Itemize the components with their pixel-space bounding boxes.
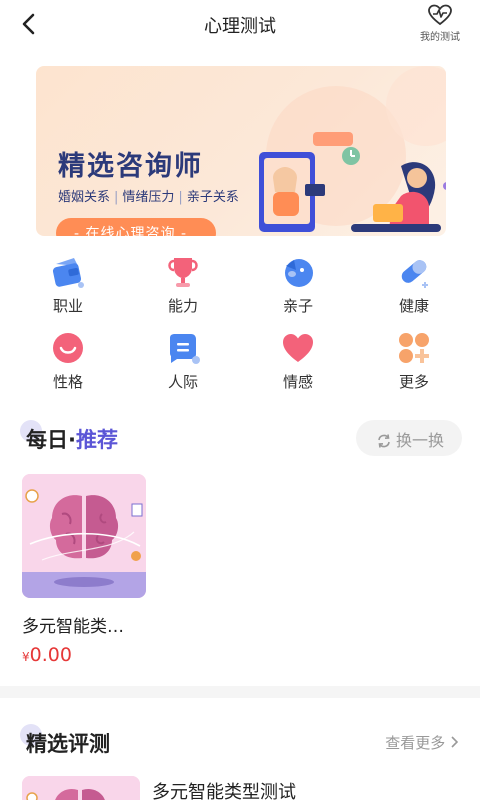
category-label: 人际 (167, 373, 198, 391)
title-accent: 推荐 (75, 428, 118, 452)
refresh-label: 换一换 (396, 431, 445, 450)
featured-item-image[interactable] (22, 776, 140, 800)
banner-tags: 婚姻关系 | 情绪压力 | 亲子关系 (58, 190, 239, 205)
my-tests-button[interactable]: 我的测试 (416, 4, 464, 43)
online-consult-button[interactable]: - 在线心理咨询 - (56, 218, 216, 236)
daily-recommend-title: 每日·推荐 (26, 424, 118, 454)
banner-tag: 婚姻关系 (58, 190, 111, 205)
heart-icon (283, 334, 313, 362)
smile-icon (53, 333, 83, 363)
category-career[interactable]: 职业 (28, 254, 108, 316)
category-parenting[interactable]: 亲子 (258, 254, 338, 316)
pill-icon (401, 260, 428, 288)
category-personality[interactable]: 性格 (28, 330, 108, 392)
heart-pulse-icon (428, 4, 452, 26)
category-more[interactable]: 更多 (374, 330, 454, 392)
category-label: 健康 (398, 297, 429, 315)
banner-tag: 情绪压力 (122, 190, 175, 205)
category-label: 性格 (52, 373, 83, 391)
banner-tag: 亲子关系 (186, 190, 239, 205)
featured-item-name[interactable]: 多元智能类型测试 (152, 778, 296, 800)
counselor-banner[interactable]: 精选咨询师 婚姻关系 | 情绪压力 | 亲子关系 - 在线心理咨询 - (36, 66, 446, 236)
category-label: 职业 (52, 297, 83, 315)
chat-icon (170, 334, 200, 364)
recommend-card-name[interactable]: 多元智能类… (22, 612, 124, 637)
more-icon (399, 333, 429, 363)
recommend-card-image[interactable] (22, 474, 146, 598)
featured-tests-title: 精选评测 (26, 732, 110, 756)
category-emotion[interactable]: 情感 (258, 330, 338, 392)
my-tests-label: 我的测试 (420, 32, 460, 43)
page-title: 心理测试 (204, 16, 276, 37)
category-label: 能力 (167, 297, 198, 315)
trophy-icon (168, 258, 198, 287)
recommend-card-price: ¥0.00 (22, 644, 72, 666)
brain-illustration (22, 776, 140, 800)
category-label: 亲子 (282, 297, 313, 315)
wallet-icon (52, 258, 84, 288)
title-prefix: 每日· (26, 428, 76, 452)
category-health[interactable]: 健康 (374, 254, 454, 316)
category-social[interactable]: 人际 (143, 330, 223, 392)
brain-illustration (22, 474, 146, 598)
dog-icon (285, 259, 313, 287)
refresh-button[interactable]: 换一换 (356, 420, 462, 456)
currency-symbol: ¥ (22, 650, 30, 664)
section-divider (0, 686, 480, 698)
chevron-right-icon (451, 736, 459, 748)
header: 心理测试 我的测试 (0, 0, 480, 50)
banner-title: 精选咨询师 (58, 151, 203, 182)
price-value: 0.00 (29, 644, 72, 666)
refresh-icon (378, 434, 390, 448)
category-label: 更多 (398, 373, 429, 391)
see-more-label: 查看更多 (385, 734, 446, 752)
see-more-link[interactable]: 查看更多 (385, 732, 459, 753)
category-ability[interactable]: 能力 (143, 254, 223, 316)
category-label: 情感 (282, 373, 313, 391)
banner-illustration (259, 132, 446, 232)
